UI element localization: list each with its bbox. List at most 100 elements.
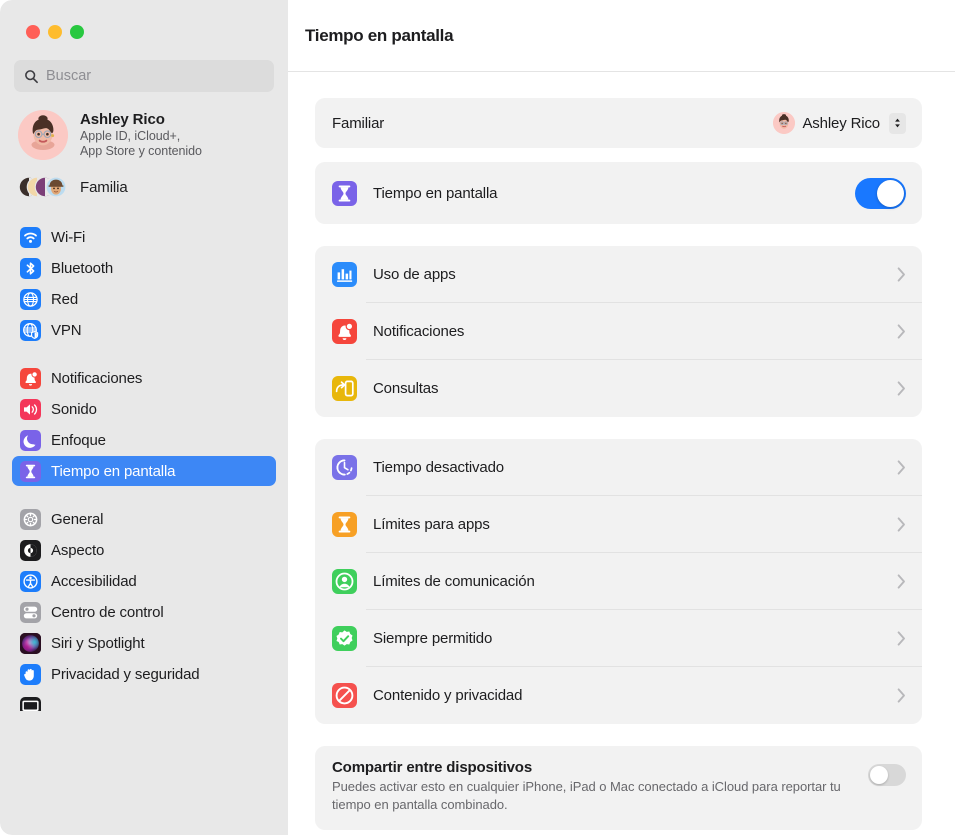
sidebar-item-label: Siri y Spotlight: [51, 634, 145, 652]
account-subtitle-line2: App Store y contenido: [80, 144, 202, 159]
list-item-label: Límites para apps: [373, 516, 490, 533]
family-member-row: Familiar Ashley Rico: [315, 98, 922, 148]
family-member-value: Ashley Rico: [802, 114, 880, 132]
screen-time-toggle[interactable]: [855, 177, 906, 209]
sidebar-group-network: Wi-Fi Bluetooth Red VPN: [0, 222, 288, 345]
family-member-card: Familiar Ashley Rico: [315, 98, 922, 148]
sidebar-item-vpn[interactable]: VPN: [12, 315, 276, 345]
sidebar-item-label: Bluetooth: [51, 259, 114, 277]
sidebar-item-label: VPN: [51, 321, 82, 339]
wifi-icon: [20, 226, 41, 248]
sidebar-item-privacidad-y-seguridad[interactable]: Privacidad y seguridad: [12, 659, 276, 689]
share-across-devices-card: Compartir entre dispositivos Puedes acti…: [315, 746, 922, 830]
toggle-knob: [870, 766, 888, 784]
bell-icon: [332, 319, 357, 344]
list-item[interactable]: Consultas: [315, 360, 922, 417]
sidebar-item-label: Centro de control: [51, 603, 164, 621]
main-panel: Tiempo en pantalla Familiar Ashley Rico …: [288, 0, 955, 835]
sidebar-item-notificaciones[interactable]: Notificaciones: [12, 363, 276, 393]
no-entry-icon: [332, 683, 357, 708]
sidebar-item-label: Wi-Fi: [51, 228, 86, 246]
sidebar-item-centro-de-control[interactable]: Centro de control: [12, 597, 276, 627]
list-item[interactable]: Siempre permitido: [315, 610, 922, 667]
share-across-devices-title: Compartir entre dispositivos: [332, 759, 533, 776]
sidebar-item-sonido[interactable]: Sonido: [12, 394, 276, 424]
system-settings-window: Ashley Rico Apple ID, iCloud+, App Store…: [0, 0, 955, 835]
sidebar-item-familia[interactable]: Familia: [12, 170, 276, 204]
sidebar-item-label: Accesibilidad: [51, 572, 137, 590]
hourglass-icon: [332, 512, 357, 537]
appearance-icon: [20, 539, 41, 561]
screen-time-row: Tiempo en pantalla: [315, 162, 922, 224]
sidebar-item-tiempo-en-pantalla[interactable]: Tiempo en pantalla: [12, 456, 276, 486]
sidebar-item-label: Sonido: [51, 400, 97, 418]
screen-time-label: Tiempo en pantalla: [373, 184, 498, 202]
chevron-right-icon: [897, 324, 906, 339]
sidebar-item-clipped[interactable]: [12, 697, 276, 711]
gear-icon: [20, 508, 41, 530]
traffic-lights: [0, 0, 288, 48]
display-icon: [20, 697, 41, 711]
accessibility-icon: [20, 570, 41, 592]
avatar: [773, 112, 796, 134]
list-item-label: Uso de apps: [373, 266, 456, 283]
reports-group-card: Uso de apps Notificaciones Consultas: [315, 246, 922, 417]
list-item[interactable]: Contenido y privacidad: [315, 667, 922, 724]
list-item[interactable]: Uso de apps: [315, 246, 922, 303]
avatar: [18, 110, 68, 160]
bar-chart-icon: [332, 262, 357, 287]
share-across-devices-row: Compartir entre dispositivos Puedes acti…: [315, 746, 922, 830]
sidebar-item-label: Notificaciones: [51, 369, 143, 387]
chevron-right-icon: [897, 267, 906, 282]
list-item[interactable]: Notificaciones: [315, 303, 922, 360]
list-item-label: Siempre permitido: [373, 630, 493, 647]
chevron-up-down-icon: [889, 112, 906, 134]
downtime-clock-icon: [332, 455, 357, 480]
sidebar-item-aspecto[interactable]: Aspecto: [12, 535, 276, 565]
chevron-right-icon: [897, 381, 906, 396]
sidebar-item-bluetooth[interactable]: Bluetooth: [12, 253, 276, 283]
list-item[interactable]: Tiempo desactivado: [315, 439, 922, 496]
page-title: Tiempo en pantalla: [305, 25, 454, 45]
search-input[interactable]: [46, 68, 264, 84]
control-center-icon: [20, 601, 41, 623]
vpn-globe-icon: [20, 319, 41, 341]
limits-group-card: Tiempo desactivado Límites para apps Lím…: [315, 439, 922, 724]
sidebar-item-accesibilidad[interactable]: Accesibilidad: [12, 566, 276, 596]
family-member-label: Familiar: [332, 114, 385, 132]
sidebar-item-label: General: [51, 510, 104, 528]
sidebar-item-wi-fi[interactable]: Wi-Fi: [12, 222, 276, 252]
sidebar-item-label: Enfoque: [51, 431, 106, 449]
sidebar-item-label: Aspecto: [51, 541, 105, 559]
list-item-label: Límites de comunicación: [373, 573, 535, 590]
moon-icon: [20, 429, 41, 451]
list-item-label: Consultas: [373, 380, 439, 397]
person-circle-icon: [332, 569, 357, 594]
bell-icon: [20, 367, 41, 389]
list-item-label: Contenido y privacidad: [373, 687, 523, 704]
search-icon: [24, 69, 39, 84]
sidebar-item-red[interactable]: Red: [12, 284, 276, 314]
family-member-popup-button[interactable]: Ashley Rico: [773, 112, 906, 134]
sidebar-item-enfoque[interactable]: Enfoque: [12, 425, 276, 455]
share-across-devices-toggle[interactable]: [868, 764, 906, 786]
hourglass-icon: [20, 460, 41, 482]
account-name: Ashley Rico: [80, 110, 165, 128]
sidebar-item-label: Red: [51, 290, 79, 308]
list-item[interactable]: Límites de comunicación: [315, 553, 922, 610]
sidebar-item-general[interactable]: General: [12, 504, 276, 534]
minimize-window-button[interactable]: [48, 25, 62, 39]
hourglass-icon: [332, 180, 357, 206]
maximize-window-button[interactable]: [70, 25, 84, 39]
account-row[interactable]: Ashley Rico Apple ID, iCloud+, App Store…: [12, 106, 276, 164]
sidebar-item-label: Tiempo en pantalla: [51, 462, 176, 480]
sidebar: Ashley Rico Apple ID, iCloud+, App Store…: [0, 0, 288, 835]
close-window-button[interactable]: [26, 25, 40, 39]
sidebar-item-siri-y-spotlight[interactable]: Siri y Spotlight: [12, 628, 276, 658]
list-item-label: Notificaciones: [373, 323, 465, 340]
list-item-label: Tiempo desactivado: [373, 459, 504, 476]
bluetooth-icon: [20, 257, 41, 279]
list-item[interactable]: Límites para apps: [315, 496, 922, 553]
settings-content: Familiar Ashley Rico Tiempo en pantalla …: [288, 72, 955, 835]
search-field[interactable]: [14, 60, 274, 92]
